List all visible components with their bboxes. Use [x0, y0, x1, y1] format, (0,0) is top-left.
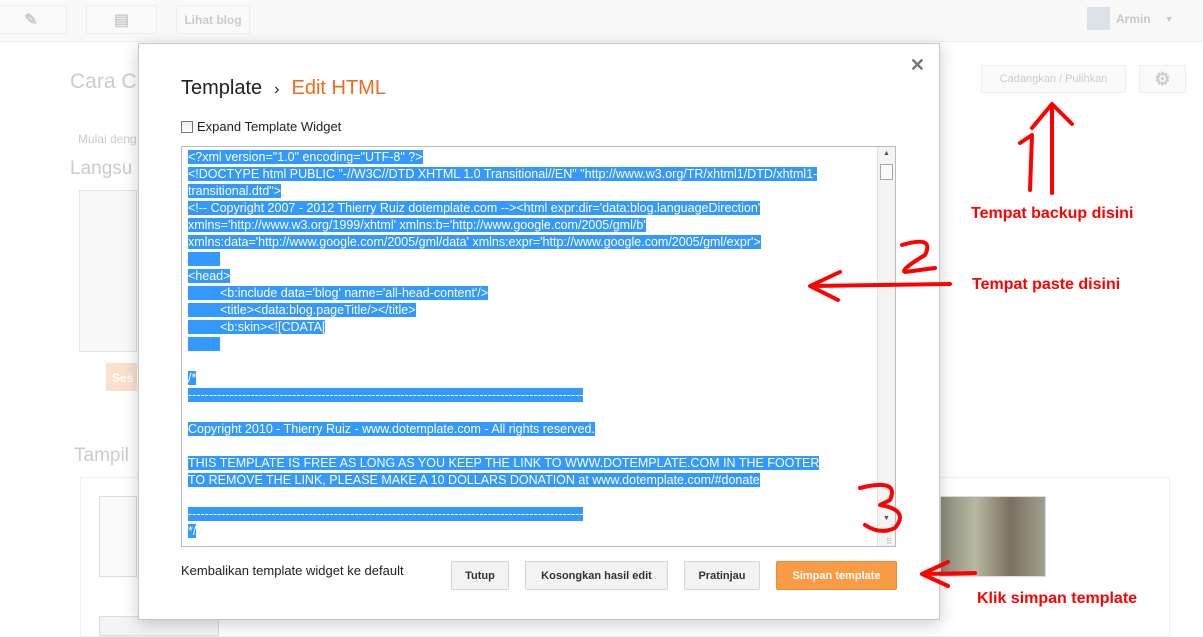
code-line: <!-- Copyright 2007 - 2012 Thierry Ruiz … — [188, 200, 873, 217]
backup-restore-button[interactable]: Cadangkan / Pulihkan — [981, 65, 1126, 93]
code-line-text: Copyright 2010 - Thierry Ruiz - www.dote… — [188, 422, 595, 436]
code-line-text: <b:include data='blog' name='all-head-co… — [188, 286, 489, 300]
code-line-text: <!DOCTYPE html PUBLIC "-//W3C//DTD XHTML… — [188, 167, 818, 181]
code-line: transitional.dtd"> — [188, 183, 873, 200]
code-line-text — [188, 337, 220, 351]
template-thumbnail[interactable] — [940, 496, 1046, 577]
scrollbar[interactable]: ▲ ▼ — [877, 147, 895, 546]
code-line-text: xmlns='http://www.w3.org/1999/xhtml' xml… — [188, 218, 646, 232]
avatar — [1087, 7, 1110, 30]
new-post-button[interactable]: ✎ — [0, 5, 67, 34]
scroll-up-icon[interactable]: ▲ — [883, 150, 890, 157]
code-line-text: <head> — [188, 269, 231, 283]
save-template-button[interactable]: Simpan template — [776, 561, 897, 590]
customize-button[interactable]: Ses — [106, 363, 137, 391]
code-line: <b:skin><![CDATA[ — [188, 319, 873, 336]
code-line-text: <!-- Copyright 2007 - 2012 Thierry Ruiz … — [188, 201, 761, 215]
live-heading: Langsu — [70, 158, 133, 179]
code-line: <title><data:blog.pageTitle/></title> — [188, 302, 873, 319]
code-line-text: transitional.dtd"> — [188, 184, 282, 198]
code-line: <b:include data='blog' name='all-head-co… — [188, 285, 873, 302]
breadcrumb-separator: › — [274, 81, 280, 98]
code-line: THIS TEMPLATE IS FREE AS LONG AS YOU KEE… — [188, 455, 873, 472]
code-line: TO REMOVE THE LINK, PLEASE MAKE A 10 DOL… — [188, 472, 873, 489]
code-line-text: THIS TEMPLATE IS FREE AS LONG AS YOU KEE… — [188, 456, 820, 470]
code-line: */ — [188, 523, 873, 540]
code-line — [188, 336, 873, 353]
breadcrumb-current: Edit HTML — [291, 77, 386, 99]
code-line: xmlns:data='http://www.google.com/2005/g… — [188, 234, 873, 251]
code-line-text: /* — [188, 371, 197, 385]
posts-button[interactable]: ▤ — [86, 5, 157, 34]
start-text: Mulai deng — [78, 132, 137, 146]
view-blog-button[interactable]: Lihat blog — [176, 5, 250, 34]
code-line: /* — [188, 370, 873, 387]
code-line-text: <?xml version="1.0" encoding="UTF-8" ?> — [188, 150, 423, 164]
breadcrumb-template[interactable]: Template — [181, 77, 262, 99]
code-line-text: TO REMOVE THE LINK, PLEASE MAKE A 10 DOL… — [188, 473, 760, 487]
code-line: ----------------------------------------… — [188, 387, 873, 404]
code-line: <head> — [188, 268, 873, 285]
resize-handle-icon[interactable]: ⠿ — [886, 537, 892, 546]
preview-button[interactable]: Pratinjau — [684, 561, 760, 590]
breadcrumb: Template › Edit HTML — [181, 77, 386, 100]
clear-edits-button[interactable]: Kosongkan hasil edit — [525, 561, 668, 590]
code-text[interactable]: <?xml version="1.0" encoding="UTF-8" ?> <… — [188, 149, 873, 540]
code-line: <?xml version="1.0" encoding="UTF-8" ?> — [188, 149, 873, 166]
settings-button[interactable]: ⚙ — [1139, 65, 1186, 93]
code-line-text: <b:skin><![CDATA[ — [188, 320, 326, 334]
arrow-up-icon — [1030, 102, 1074, 195]
live-template-thumbnail[interactable] — [79, 190, 137, 352]
annotation-backup: Tempat backup disini — [971, 205, 1134, 222]
code-line-text: <title><data:blog.pageTitle/></title> — [188, 303, 416, 317]
code-line-text: ----------------------------------------… — [188, 388, 584, 402]
code-line: <!DOCTYPE html PUBLIC "-//W3C//DTD XHTML… — [188, 166, 873, 183]
pencil-icon: ✎ — [24, 11, 38, 29]
code-line-text: */ — [188, 524, 197, 538]
code-line-text: ----------------------------------------… — [188, 507, 584, 521]
pages-icon: ▤ — [113, 11, 130, 29]
checkbox[interactable] — [181, 120, 193, 133]
close-button[interactable]: Tutup — [451, 561, 509, 590]
template-code-editor[interactable]: <?xml version="1.0" encoding="UTF-8" ?> <… — [181, 146, 896, 547]
template-thumbnail[interactable] — [99, 496, 137, 577]
user-menu[interactable]: Armin ▼ — [1087, 7, 1174, 30]
code-line: Copyright 2010 - Thierry Ruiz - www.dote… — [188, 421, 873, 438]
chevron-down-icon: ▼ — [1164, 13, 1174, 24]
revert-widgets-link[interactable]: Kembalikan template widget ke default — [181, 563, 404, 578]
user-name: Armin — [1116, 11, 1151, 26]
expand-widget-label: Expand Template Widget — [197, 119, 342, 134]
annotation-paste: Tempat paste disini — [972, 276, 1121, 293]
code-line — [188, 251, 873, 268]
expand-widget-checkbox[interactable]: Expand Template Widget — [181, 119, 341, 134]
code-line-text — [188, 252, 220, 266]
scroll-down-icon[interactable]: ▼ — [883, 515, 890, 522]
number-1-mark — [1018, 133, 1034, 192]
code-line: ----------------------------------------… — [188, 506, 873, 523]
annotation-save: Klik simpan template — [977, 590, 1138, 607]
gear-icon: ⚙ — [1154, 68, 1171, 89]
code-line: xmlns='http://www.w3.org/1999/xhtml' xml… — [188, 217, 873, 234]
top-bar: ✎ ▤ Lihat blog Armin ▼ — [0, 0, 1203, 42]
code-line-text: xmlns:data='http://www.google.com/2005/g… — [188, 235, 761, 249]
close-icon[interactable]: ✕ — [910, 55, 925, 76]
templates-heading: Tampil — [74, 445, 129, 466]
scrollbar-thumb[interactable] — [880, 164, 893, 180]
edit-html-dialog: Template › Edit HTML ✕ Expand Template Wid… — [138, 43, 940, 620]
blog-title: Cara C — [70, 70, 137, 93]
